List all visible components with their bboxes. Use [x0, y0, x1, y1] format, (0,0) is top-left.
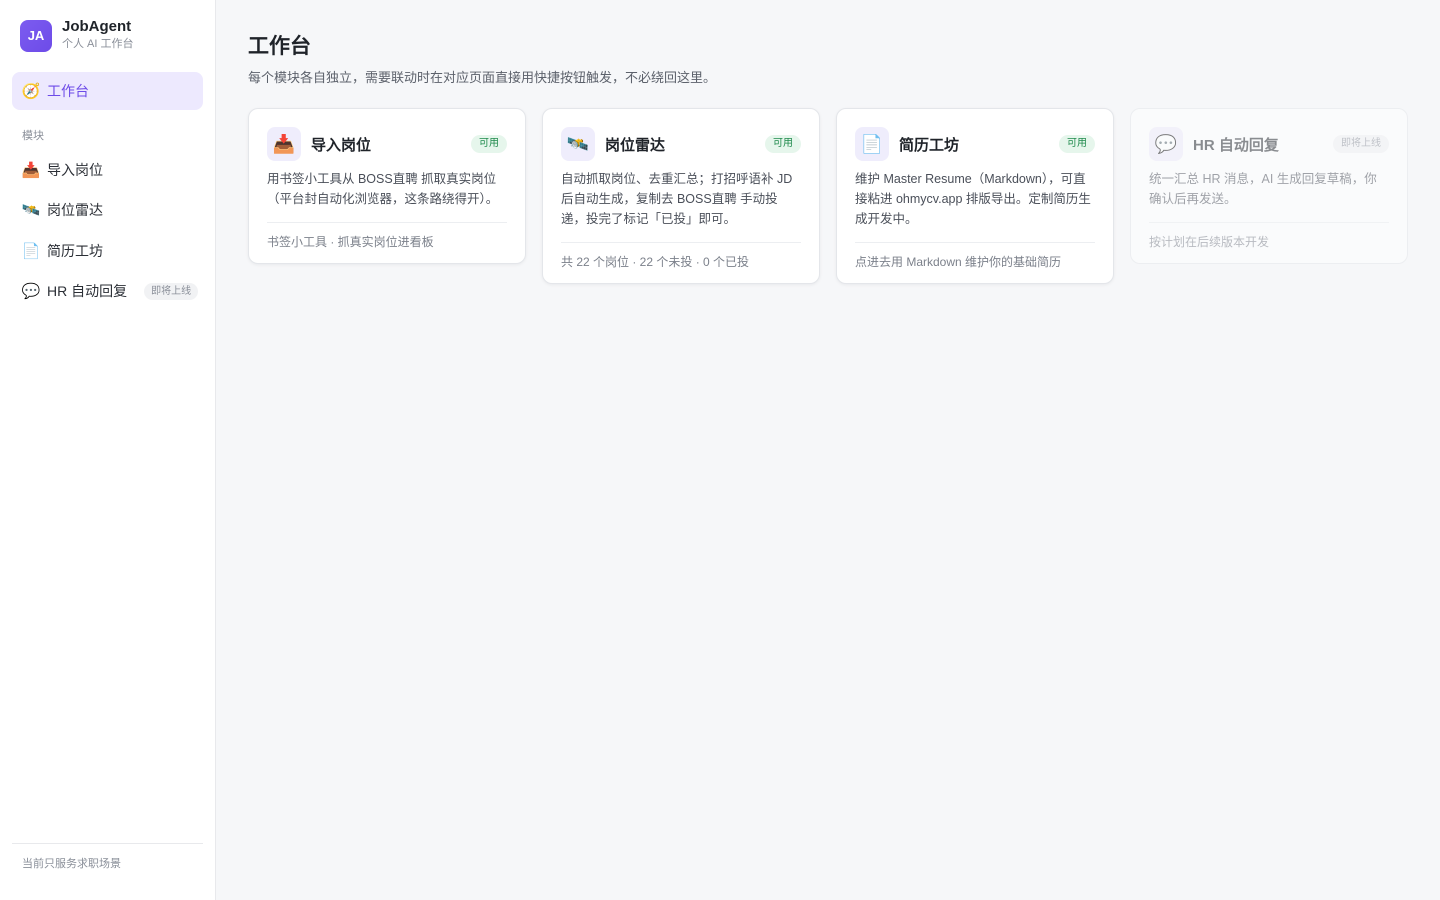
card-title: 简历工坊 [899, 136, 960, 154]
compass-icon: 🧭 [21, 83, 41, 100]
coming-soon-badge: 即将上线 [144, 282, 199, 300]
document-icon: 📄 [855, 127, 889, 161]
card-title: HR 自动回复 [1193, 136, 1279, 154]
brand-text: JobAgent 个人 AI 工作台 [62, 19, 134, 52]
page-description: 每个模块各自独立，需要联动时在对应页面直接用快捷按钮触发，不必绕回这里。 [248, 70, 717, 85]
status-badge: 可用 [765, 135, 801, 153]
status-badge: 即将上线 [1333, 135, 1389, 153]
sidebar-item-label: 工作台 [47, 83, 89, 99]
sidebar-item-label: 导入岗位 [47, 162, 103, 178]
module-card-job-radar[interactable]: 🛰️ 岗位雷达 可用 自动抓取岗位、去重汇总；打招呼语补 JD 后自动生成，复制… [542, 108, 820, 284]
sidebar-item-resume-workshop[interactable]: 📄 简历工坊 [12, 233, 203, 269]
card-meta: 共 22 个岗位 · 22 个未投 · 0 个已投 [561, 255, 750, 269]
card-meta: 书签小工具 · 抓真实岗位进看板 [267, 235, 434, 249]
sidebar: JA JobAgent 个人 AI 工作台 🧭 工作台 模块 📥 导入岗位 🛰️… [0, 0, 216, 900]
card-meta: 点进去用 Markdown 维护你的基础简历 [855, 255, 1062, 269]
status-badge: 可用 [1059, 135, 1095, 153]
brand-subtitle: 个人 AI 工作台 [62, 38, 134, 50]
sidebar-item-workbench[interactable]: 🧭 工作台 [12, 72, 203, 110]
module-card-hr-auto-reply: 💬 HR 自动回复 即将上线 统一汇总 HR 消息，AI 生成回复草稿，你确认后… [1130, 108, 1408, 264]
sidebar-item-hr-auto-reply[interactable]: 💬 HR 自动回复 即将上线 [12, 273, 203, 309]
speech-bubble-icon: 💬 [21, 283, 41, 300]
sidebar-item-label: HR 自动回复 [47, 283, 128, 299]
satellite-radar-icon: 🛰️ [561, 127, 595, 161]
sidebar-item-label: 岗位雷达 [47, 202, 103, 218]
brand[interactable]: JA JobAgent 个人 AI 工作台 [20, 19, 134, 52]
card-description: 自动抓取岗位、去重汇总；打招呼语补 JD 后自动生成，复制去 BOSS直聘 手动… [561, 169, 801, 243]
sidebar-item-import-jobs[interactable]: 📥 导入岗位 [12, 152, 203, 188]
card-meta: 按计划在后续版本开发 [1149, 235, 1270, 249]
brand-logo: JA [20, 19, 52, 52]
sidebar-item-job-radar[interactable]: 🛰️ 岗位雷达 [12, 192, 203, 228]
card-title: 导入岗位 [311, 136, 372, 154]
inbox-tray-icon: 📥 [267, 127, 301, 161]
card-description: 统一汇总 HR 消息，AI 生成回复草稿，你确认后再发送。 [1149, 169, 1389, 223]
card-header: 💬 HR 自动回复 即将上线 [1149, 127, 1389, 161]
sidebar-footer: 当前只服务求职场景 [22, 858, 121, 870]
card-header: 📄 简历工坊 可用 [855, 127, 1095, 161]
status-badge: 可用 [471, 135, 507, 153]
card-header: 🛰️ 岗位雷达 可用 [561, 127, 801, 161]
speech-bubble-icon: 💬 [1149, 127, 1183, 161]
sidebar-item-label: 简历工坊 [47, 243, 103, 259]
module-card-resume-workshop[interactable]: 📄 简历工坊 可用 维护 Master Resume（Markdown），可直接… [836, 108, 1114, 284]
page-title: 工作台 [248, 35, 311, 58]
card-description: 维护 Master Resume（Markdown），可直接粘进 ohmycv.… [855, 169, 1095, 243]
nav-section-label: 模块 [22, 130, 44, 142]
card-title: 岗位雷达 [605, 136, 666, 154]
inbox-tray-icon: 📥 [21, 162, 41, 179]
card-header: 📥 导入岗位 可用 [267, 127, 507, 161]
satellite-radar-icon: 🛰️ [21, 202, 41, 219]
card-description: 用书签小工具从 BOSS直聘 抓取真实岗位（平台封自动化浏览器，这条路绕得开）。 [267, 169, 507, 223]
divider [12, 843, 203, 844]
module-card-import-jobs[interactable]: 📥 导入岗位 可用 用书签小工具从 BOSS直聘 抓取真实岗位（平台封自动化浏览… [248, 108, 526, 264]
document-icon: 📄 [21, 243, 41, 260]
brand-name: JobAgent [62, 18, 132, 35]
